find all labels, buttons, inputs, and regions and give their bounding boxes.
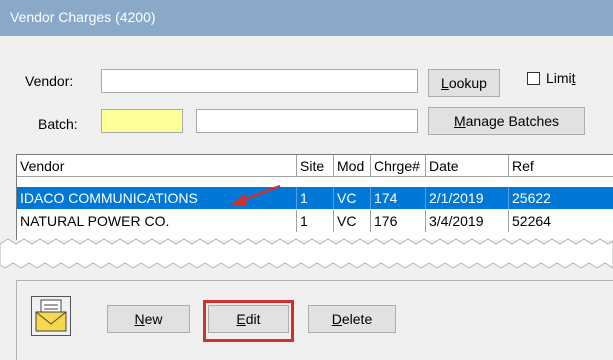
limit-label: Limit bbox=[546, 70, 576, 86]
window-title: Vendor Charges (4200) bbox=[10, 9, 156, 25]
column-header-site[interactable]: Site bbox=[297, 155, 334, 177]
vendor-label: Vendor: bbox=[25, 73, 74, 89]
batch-input[interactable] bbox=[101, 109, 183, 133]
edit-button-label: Edit bbox=[236, 311, 261, 327]
column-header-ref[interactable]: Ref bbox=[509, 155, 613, 177]
cell-mod: VC bbox=[334, 187, 371, 209]
cell-ref: 52264 bbox=[512, 213, 551, 229]
vendor-charges-window: Vendor Charges (4200) Vendor: Lookup Lim… bbox=[0, 0, 613, 360]
lookup-button-label: Lookup bbox=[441, 75, 487, 91]
envelope-document-icon[interactable] bbox=[31, 296, 71, 336]
column-header-vendor[interactable]: Vendor bbox=[17, 155, 297, 177]
new-button-label: New bbox=[134, 311, 163, 327]
delete-button[interactable]: Delete bbox=[308, 305, 396, 333]
cell-site: 1 bbox=[297, 187, 334, 209]
column-header-date[interactable]: Date bbox=[426, 155, 509, 177]
cell-charge: 174 bbox=[371, 187, 426, 209]
manage-batches-button[interactable]: Manage Batches bbox=[428, 107, 585, 135]
batch-description-field[interactable] bbox=[196, 109, 418, 133]
new-button[interactable]: New bbox=[107, 305, 190, 333]
lookup-button[interactable]: Lookup bbox=[428, 69, 500, 97]
edit-button[interactable]: Edit bbox=[208, 305, 289, 333]
batch-label: Batch: bbox=[38, 116, 78, 132]
cell-date: 2/1/2019 bbox=[426, 187, 509, 209]
window-titlebar: Vendor Charges (4200) bbox=[0, 0, 613, 36]
arrow-pointer-icon bbox=[231, 184, 281, 206]
cell-vendor: NATURAL POWER CO. bbox=[17, 210, 297, 232]
manage-batches-label: Manage Batches bbox=[453, 113, 560, 129]
cell-mod: VC bbox=[334, 210, 371, 232]
delete-button-label: Delete bbox=[331, 311, 373, 327]
cell-site: 1 bbox=[297, 210, 334, 232]
vendor-input[interactable] bbox=[101, 69, 418, 93]
column-header-charge[interactable]: Chrge# bbox=[371, 155, 426, 177]
table-row[interactable]: NATURAL POWER CO. 1 VC 176 3/4/2019 5226… bbox=[17, 210, 613, 232]
table-row[interactable]: IDACO COMMUNICATIONS 1 VC 174 2/1/2019 2… bbox=[17, 187, 613, 209]
column-header-mod[interactable]: Mod bbox=[334, 155, 371, 177]
cell-date: 3/4/2019 bbox=[426, 210, 509, 232]
cell-charge: 176 bbox=[371, 210, 426, 232]
table-header: Vendor Site Mod Chrge# Date Ref bbox=[17, 155, 613, 177]
limit-checkbox[interactable] bbox=[527, 72, 540, 85]
vendor-charges-table: Vendor Site Mod Chrge# Date Ref IDACO CO… bbox=[16, 154, 613, 240]
cell-ref: 25622 bbox=[512, 190, 551, 206]
